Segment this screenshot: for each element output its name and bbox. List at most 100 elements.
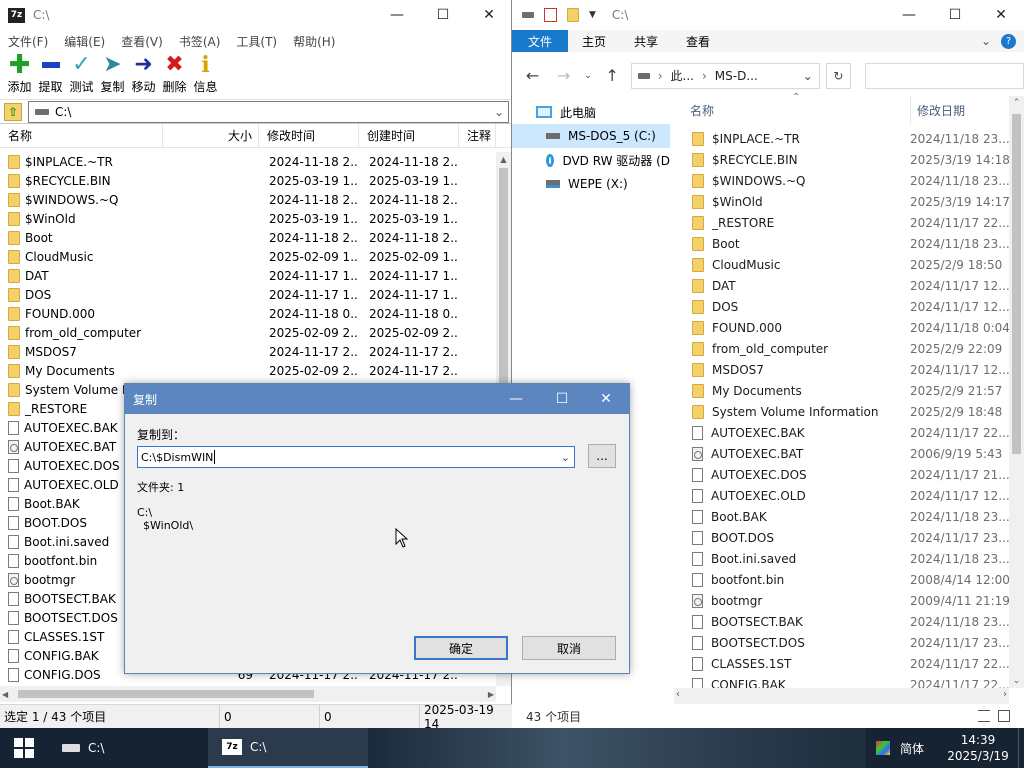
details-view-icon[interactable] [978, 710, 990, 722]
taskbar-explorer-button[interactable]: C:\ [48, 728, 208, 768]
table-row[interactable]: DAT 2024-11-17 1... 2024-11-17 1... [0, 266, 496, 285]
list-item[interactable]: _RESTORE 2024/11/17 22... [684, 212, 1010, 233]
nav-item[interactable]: 此电脑 [512, 100, 670, 124]
maximize-button[interactable]: ☐ [420, 0, 466, 30]
table-row[interactable]: $WinOld 2025-03-19 1... 2025-03-19 1... [0, 209, 496, 228]
list-item[interactable]: FOUND.000 2024/11/18 0:04 [684, 317, 1010, 338]
tiles-view-icon[interactable] [998, 710, 1010, 722]
tab-file[interactable]: 文件 [512, 30, 569, 52]
menu-bookmarks[interactable]: 书签(A) [179, 33, 221, 50]
col-name[interactable]: 名称 [684, 102, 910, 119]
close-button[interactable]: ✕ [978, 0, 1024, 30]
dialog-titlebar[interactable]: 复制 — ☐ ✕ [125, 384, 629, 414]
maximize-button[interactable]: ☐ [932, 0, 978, 30]
list-item[interactable]: CloudMusic 2025/2/9 18:50 [684, 254, 1010, 275]
list-item[interactable]: bootfont.bin 2008/4/14 12:00 [684, 569, 1010, 590]
scroll-up-icon[interactable]: ▲ [496, 152, 511, 167]
forward-arrow-icon[interactable]: → [551, 63, 576, 89]
list-item[interactable]: AUTOEXEC.DOS 2024/11/17 21... [684, 464, 1010, 485]
path-combobox[interactable]: C:\ ⌄ [28, 100, 509, 123]
list-item[interactable]: $WinOld 2025/3/19 14:17 [684, 191, 1010, 212]
col-size[interactable]: 大小 [163, 124, 259, 147]
table-row[interactable]: DOS 2024-11-17 1... 2024-11-17 1... [0, 285, 496, 304]
browse-button[interactable]: ... [588, 444, 616, 468]
color-palette-icon[interactable] [875, 741, 890, 755]
nav-item[interactable]: DVD RW 驱动器 (D [512, 148, 670, 172]
table-row[interactable]: FOUND.000 2024-11-18 0... 2024-11-18 0... [0, 304, 496, 323]
recent-dropdown-icon[interactable]: ⌄ [582, 63, 594, 89]
new-folder-icon[interactable] [567, 8, 579, 22]
nav-item[interactable]: MS-DOS_5 (C:) [512, 124, 670, 148]
menu-tools[interactable]: 工具(T) [236, 33, 277, 50]
list-item[interactable]: DOS 2024/11/17 12... [684, 296, 1010, 317]
scroll-right-icon[interactable]: ▶ [488, 686, 494, 702]
col-date-modified[interactable]: 修改日期 [910, 96, 1010, 124]
extract-button[interactable]: 提取 [35, 52, 66, 99]
scroll-down-icon[interactable]: ⌄ [1009, 676, 1024, 686]
list-item[interactable]: Boot 2024/11/18 23... [684, 233, 1010, 254]
minimize-button[interactable]: — [374, 0, 420, 30]
col-modified[interactable]: 修改时间 [259, 124, 359, 147]
show-desktop-button[interactable] [1018, 728, 1024, 768]
tab-home[interactable]: 主页 [568, 30, 621, 52]
list-item[interactable]: AUTOEXEC.OLD 2024/11/17 12... [684, 485, 1010, 506]
dialog-maximize-button[interactable]: ☐ [539, 384, 585, 414]
tab-view[interactable]: 查看 [672, 30, 725, 52]
taskbar-7zip-button[interactable]: 7z C:\ [208, 728, 368, 768]
list-item[interactable]: Boot.BAK 2024/11/18 23... [684, 506, 1010, 527]
dialog-close-button[interactable]: ✕ [583, 384, 629, 414]
menu-file[interactable]: 文件(F) [8, 33, 48, 50]
menu-help[interactable]: 帮助(H) [293, 33, 335, 50]
nav-item[interactable]: WEPE (X:) [512, 172, 670, 196]
table-row[interactable]: My Documents 2025-02-09 2... 2024-11-17 2.… [0, 361, 496, 380]
scroll-thumb[interactable] [499, 168, 508, 408]
add-button[interactable]: ✚ 添加 [4, 52, 35, 99]
clock[interactable]: 14:39 2025/3/19 [938, 732, 1018, 764]
table-row[interactable]: MSDOS7 2024-11-17 2... 2024-11-17 2... [0, 342, 496, 361]
up-folder-icon[interactable]: ⇧ [4, 102, 22, 121]
list-item[interactable]: $INPLACE.~TR 2024/11/18 23... [684, 128, 1010, 149]
col-created[interactable]: 创建时间 [359, 124, 459, 147]
breadcrumb-drive[interactable]: MS-D... [715, 69, 758, 83]
scroll-thumb[interactable] [1012, 114, 1021, 454]
7zip-titlebar[interactable]: 7z C:\ — ☐ ✕ [0, 0, 511, 30]
list-item[interactable]: My Documents 2025/2/9 21:57 [684, 380, 1010, 401]
ok-button[interactable]: 确定 [414, 636, 508, 660]
chevron-down-icon[interactable]: ⌄ [494, 105, 504, 119]
help-icon[interactable]: ? [1001, 33, 1016, 49]
list-item[interactable]: DAT 2024/11/17 12... [684, 275, 1010, 296]
search-input[interactable] [864, 62, 1024, 89]
list-item[interactable]: CONFIG.BAK 2024/11/17 22... [684, 674, 1010, 688]
info-button[interactable]: i 信息 [190, 52, 221, 99]
list-item[interactable]: bootmgr 2009/4/11 21:19 [684, 590, 1010, 611]
scroll-up-icon[interactable]: ⌃ [1009, 98, 1024, 108]
table-row[interactable]: $WINDOWS.~Q 2024-11-18 2... 2024-11-18 2..… [0, 190, 496, 209]
list-item[interactable]: AUTOEXEC.BAT 2006/9/19 5:43 [684, 443, 1010, 464]
quick-access-dropdown-icon[interactable]: ▼ [589, 10, 596, 20]
menu-edit[interactable]: 编辑(E) [64, 33, 105, 50]
explorer-titlebar[interactable]: ▼ C:\ — ☐ ✕ [512, 0, 1024, 30]
up-arrow-icon[interactable]: ↑ [600, 63, 625, 89]
list-item[interactable]: from_old_computer 2025/2/9 22:09 [684, 338, 1010, 359]
explorer-vertical-scrollbar[interactable]: ⌃ ⌄ [1009, 96, 1024, 688]
minimize-button[interactable]: — [886, 0, 932, 30]
explorer-horizontal-scrollbar[interactable]: ‹ › [674, 688, 1009, 704]
ribbon-expand-icon[interactable]: ⌄ [981, 34, 991, 48]
ime-indicator[interactable]: 简体 [900, 740, 924, 757]
test-button[interactable]: ✓ 测试 [66, 52, 97, 99]
scroll-left-icon[interactable]: ‹ [676, 689, 680, 700]
address-bar[interactable]: › 此... › MS-D... ⌄ [630, 62, 820, 89]
properties-icon[interactable] [544, 8, 557, 22]
scroll-right-icon[interactable]: › [1003, 689, 1007, 700]
scroll-thumb[interactable] [18, 690, 314, 698]
list-item[interactable]: CLASSES.1ST 2024/11/17 22... [684, 653, 1010, 674]
col-name[interactable]: 名称 [0, 124, 163, 147]
destination-combobox[interactable]: C:\$DismWIN ⌄ [137, 446, 575, 468]
list-item[interactable]: BOOT.DOS 2024/11/17 23... [684, 527, 1010, 548]
table-row[interactable]: from_old_computer 2025-02-09 2... 2025-02-… [0, 323, 496, 342]
tab-share[interactable]: 共享 [620, 30, 673, 52]
list-item[interactable]: $WINDOWS.~Q 2024/11/18 23... [684, 170, 1010, 191]
chevron-down-icon[interactable]: ⌄ [561, 451, 570, 464]
breadcrumb-this-pc[interactable]: 此... [671, 67, 694, 84]
menu-view[interactable]: 查看(V) [121, 33, 163, 50]
